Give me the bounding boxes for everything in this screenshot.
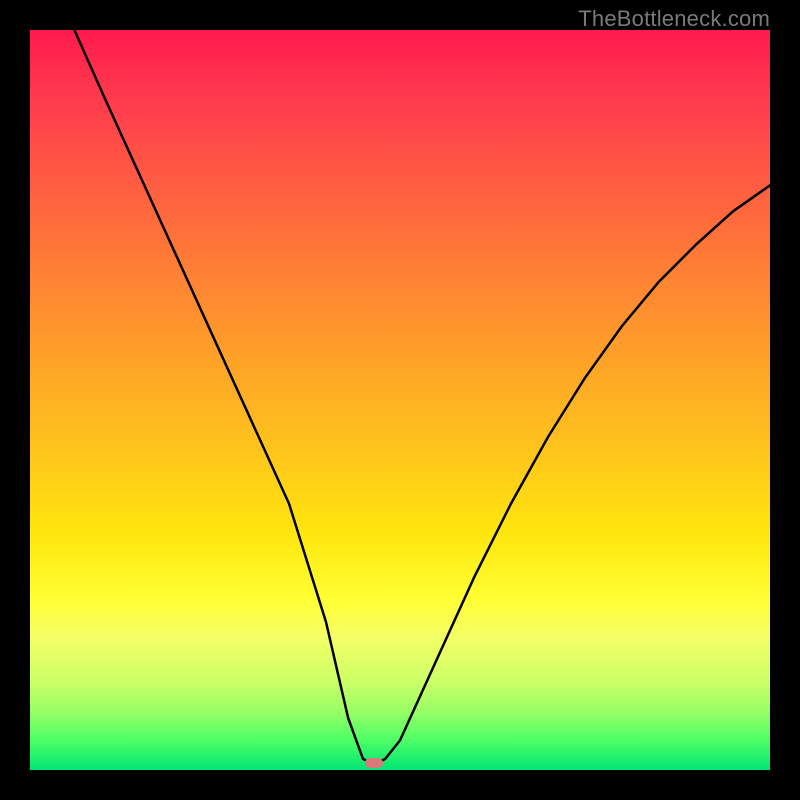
plot-area xyxy=(30,30,770,770)
chart-frame: TheBottleneck.com xyxy=(0,0,800,800)
bottleneck-curve xyxy=(30,30,770,770)
watermark-text: TheBottleneck.com xyxy=(578,6,770,32)
optimal-marker xyxy=(365,758,383,768)
